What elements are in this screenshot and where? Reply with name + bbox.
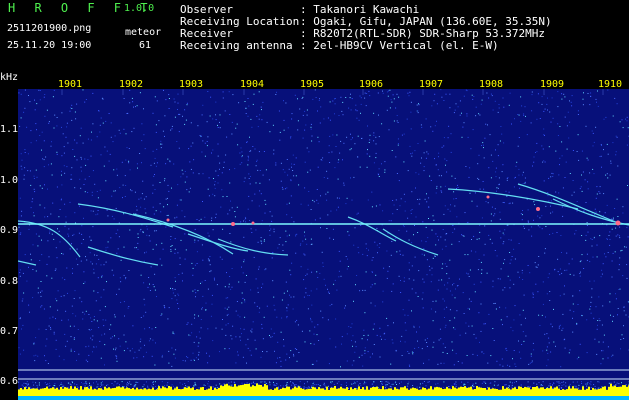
app-version: 1.0.0 (124, 3, 155, 14)
spectrogram-window: { "app": { "title": "H R O F F T", "vers… (0, 0, 629, 400)
meteor-label: meteor (125, 27, 162, 38)
y-tick-label: 1.0 (0, 175, 19, 186)
file-name: 2511201900.png (7, 23, 92, 34)
spectrogram-background (18, 89, 629, 400)
y-axis-unit: kHz (0, 72, 19, 83)
y-tick-label: 0.8 (0, 276, 19, 287)
y-tick-label: 0.6 (0, 376, 19, 387)
spectrogram-plot (18, 89, 629, 400)
y-tick-label: 0.9 (0, 225, 19, 236)
info-value-antenna: : 2el-HB9CV Vertical (el. E-W) (300, 39, 499, 52)
y-tick-label: 1.1 (0, 124, 19, 135)
file-datetime: 25.11.20 19:00 (7, 40, 92, 51)
meteor-count: 61 (139, 40, 152, 51)
info-key-antenna: Receiving antenna (180, 39, 293, 52)
y-tick-label: 0.7 (0, 326, 19, 337)
